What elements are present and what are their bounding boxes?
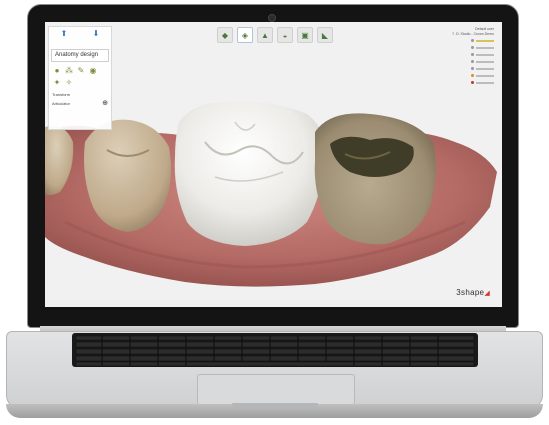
sculpt-icon[interactable]: ✎ [76,66,86,76]
arch-icon[interactable]: ◒ [277,27,293,43]
bridge-icon[interactable]: ▲ [257,27,273,43]
back-arrow-icon[interactable]: ⬆ [53,29,75,43]
visibility-panel: Default user 7. D. Studio - Crown Demo [448,27,494,86]
smooth-icon[interactable]: ◉ [88,66,98,76]
webcam [268,14,276,22]
crown-icon[interactable]: ◈ [237,27,253,43]
tooth-icon[interactable]: ◆ [217,27,233,43]
layer-row[interactable] [448,51,494,58]
design-tools-panel: ⬆ ⬇ Anatomy design ● ⁂ ✎ ◉ ✦ ✧ Transform… [48,26,112,130]
brand-mark-icon: ◢ [484,290,490,297]
tooth-tool-icon[interactable]: ● [52,66,62,76]
workflow-toolbar: ◆ ◈ ▲ ◒ ▣ ◣ [217,27,333,43]
case-label: 7. D. Studio - Crown Demo [452,32,494,36]
trackpad [197,374,355,405]
layer-row[interactable] [448,79,494,86]
articulator-icon[interactable]: ⊕ [102,99,108,107]
dental-3d-viewport[interactable] [45,22,502,307]
scanner-icon[interactable]: ◣ [317,27,333,43]
tooth-group-icon[interactable]: ⁂ [64,66,74,76]
tool-grid: ● ⁂ ✎ ◉ ✦ ✧ [49,62,111,92]
app-screen: ◆ ◈ ▲ ◒ ▣ ◣ ⬆ ⬇ Anatomy design ● ⁂ ✎ ◉ ✦… [45,22,502,307]
layer-row[interactable] [448,44,494,51]
layer-row[interactable] [448,58,494,65]
contact-icon[interactable]: ✦ [52,78,62,88]
model-icon[interactable]: ▣ [297,27,313,43]
morph-icon[interactable]: ✧ [64,78,74,88]
next-arrow-icon[interactable]: ⬇ [85,29,107,43]
keyboard [72,333,478,367]
brand-logo: 3shape◢ [456,288,490,297]
brand-name: 3shape [456,288,485,297]
designed-crown [174,101,326,246]
layer-row[interactable] [448,37,494,44]
natural-molar-right [314,113,436,245]
laptop: ◆ ◈ ▲ ◒ ▣ ◣ ⬆ ⬇ Anatomy design ● ⁂ ✎ ◉ ✦… [0,0,549,425]
lid-notch [232,403,318,408]
articulator-label[interactable]: Articulator [52,101,70,106]
keyboard-keys [75,335,475,367]
layer-row[interactable] [448,65,494,72]
panel-title[interactable]: Anatomy design [51,49,109,62]
layer-row[interactable] [448,72,494,79]
